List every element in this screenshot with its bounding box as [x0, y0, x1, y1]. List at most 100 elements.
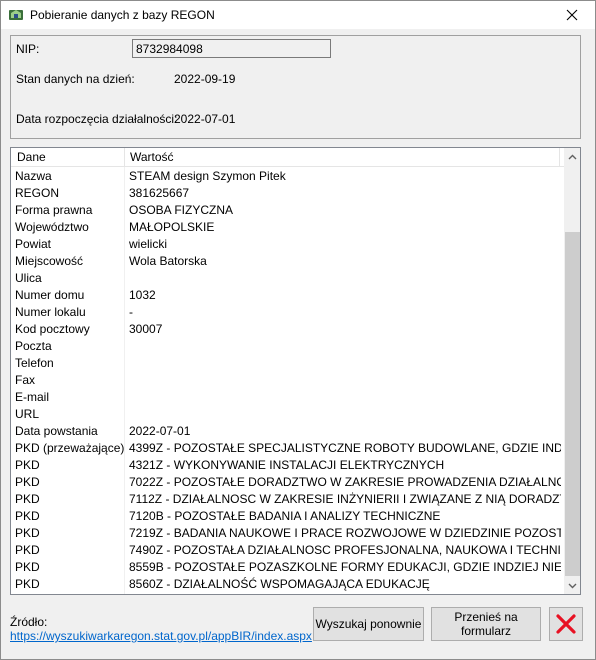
chevron-down-icon	[568, 583, 577, 588]
row-field-name: Numer domu	[15, 288, 85, 302]
table-row[interactable]: Data powstania 2022-07-01	[11, 423, 564, 440]
row-field-name: Nazwa	[15, 169, 52, 183]
row-field-value: MAŁOPOLSKIE	[129, 220, 215, 234]
nip-field[interactable]: 8732984098	[132, 39, 331, 58]
source-label: Źródło:	[10, 615, 48, 629]
row-field-name: PKD	[15, 543, 40, 557]
column-header-wartosc[interactable]: Wartość	[124, 148, 174, 167]
transfer-label-line1: Przenieś na	[454, 610, 518, 624]
transfer-button-label: Przenieś na formularz	[454, 610, 517, 638]
table-row[interactable]: PKD 7022Z - POZOSTAŁE DORADZTWO W ZAKRESI…	[11, 474, 564, 491]
table-row[interactable]: Kod pocztowy 30007	[11, 321, 564, 338]
row-field-value: 381625667	[129, 186, 190, 200]
row-field-name: Powiat	[15, 237, 52, 251]
row-field-value: 7490Z - POZOSTAŁA DZIAŁALNOSC PROFESJONA…	[129, 543, 561, 557]
table-row[interactable]: URL	[11, 406, 564, 423]
title-bar: Pobieranie danych z bazy REGON	[1, 1, 595, 29]
row-field-value: 8560Z - DZIAŁALNOŚĆ WSPOMAGAJĄCA EDUKACJ…	[129, 577, 430, 591]
row-field-value: OSOBA FIZYCZNA	[129, 203, 234, 217]
table-row[interactable]: Ulica	[11, 270, 564, 287]
table-row[interactable]: E-mail	[11, 389, 564, 406]
row-field-name: PKD	[15, 526, 40, 540]
scroll-up-button[interactable]	[564, 148, 580, 165]
window-title: Pobieranie danych z bazy REGON	[30, 8, 215, 22]
row-field-name: Fax	[15, 373, 36, 387]
row-field-value: 8559B - POZOSTAŁE POZASZKOLNE FORMY EDUK…	[129, 560, 561, 574]
table-row[interactable]: Poczta	[11, 338, 564, 355]
table-row[interactable]: PKD 8560Z - DZIAŁALNOŚĆ WSPOMAGAJĄCA EDUK…	[11, 576, 564, 593]
chevron-up-icon	[568, 154, 577, 159]
table-row[interactable]: PKD 7219Z - BADANIA NAUKOWE I PRACE ROZWO…	[11, 525, 564, 542]
row-field-value: 30007	[129, 322, 163, 336]
row-field-value: 1032	[129, 288, 156, 302]
row-field-value: 7219Z - BADANIA NAUKOWE I PRACE ROZWOJOW…	[129, 526, 561, 540]
transfer-to-form-button[interactable]: Przenieś na formularz	[431, 607, 541, 641]
table-row[interactable]: Miejscowość Wola Batorska	[11, 253, 564, 270]
row-field-name: PKD	[15, 458, 40, 472]
row-field-name: PKD	[15, 577, 40, 591]
vertical-scrollbar[interactable]	[564, 148, 580, 594]
row-field-value: 7112Z - DZIAŁALNOSC W ZAKRESIE INŻYNIERI…	[129, 492, 561, 506]
scroll-down-button[interactable]	[564, 577, 580, 594]
start-date-label: Data rozpoczęcia działalności:	[16, 112, 178, 126]
search-again-button[interactable]: Wyszukaj ponownie	[313, 607, 424, 641]
nip-label: NIP:	[16, 42, 40, 56]
row-field-name: Numer lokalu	[15, 305, 86, 319]
table-row[interactable]: Forma prawna OSOBA FIZYCZNA	[11, 202, 564, 219]
table-row[interactable]: Nazwa STEAM design Szymon Pitek	[11, 168, 564, 185]
table-row[interactable]: PKD 7490Z - POZOSTAŁA DZIAŁALNOSC PROFESJ…	[11, 542, 564, 559]
row-field-value: -	[129, 305, 133, 319]
row-field-name: Forma prawna	[15, 203, 93, 217]
table-row[interactable]: Fax	[11, 372, 564, 389]
row-field-name: Data powstania	[15, 424, 98, 438]
table-row[interactable]: Numer lokalu -	[11, 304, 564, 321]
row-field-name: Kod pocztowy	[15, 322, 90, 336]
list-header: Dane Wartość	[11, 148, 564, 167]
table-row[interactable]: Telefon	[11, 355, 564, 372]
row-field-name: Poczta	[15, 339, 52, 353]
scroll-thumb[interactable]	[565, 232, 580, 576]
row-field-name: Województwo	[15, 220, 89, 234]
info-group: NIP: 8732984098 Stan danych na dzień: 20…	[10, 35, 581, 139]
column-divider[interactable]	[559, 148, 560, 167]
row-field-name: Telefon	[15, 356, 54, 370]
stan-value: 2022-09-19	[174, 72, 236, 86]
column-header-dane[interactable]: Dane	[11, 148, 46, 167]
row-field-name: E-mail	[15, 390, 50, 404]
close-button[interactable]	[549, 1, 595, 29]
row-field-name: PKD	[15, 509, 40, 523]
start-date-value: 2022-07-01	[174, 112, 236, 126]
table-row[interactable]: PKD 8559B - POZOSTAŁE POZASZKOLNE FORMY E…	[11, 559, 564, 576]
row-field-name: REGON	[15, 186, 60, 200]
list-rows: Nazwa STEAM design Szymon Pitek REGON 38162…	[11, 168, 564, 593]
row-field-value: 2022-07-01	[129, 424, 191, 438]
regon-dialog: Pobieranie danych z bazy REGON NIP: 8732…	[0, 0, 596, 660]
row-field-value: 7120B - POZOSTAŁE BADANIA I ANALIZY TECH…	[129, 509, 441, 523]
row-field-value: STEAM design Szymon Pitek	[129, 169, 286, 183]
table-row[interactable]: REGON 381625667	[11, 185, 564, 202]
regon-app-icon	[9, 10, 23, 20]
row-field-name: PKD	[15, 475, 40, 489]
row-field-value: 4399Z - POZOSTAŁE SPECJALISTYCZNE ROBOTY…	[129, 441, 561, 455]
table-row[interactable]: PKD 4321Z - WYKONYWANIE INSTALACJI ELEKTR…	[11, 457, 564, 474]
row-field-name: PKD	[15, 560, 40, 574]
row-field-value: 7022Z - POZOSTAŁE DORADZTWO W ZAKRESIE P…	[129, 475, 561, 489]
row-field-value: Wola Batorska	[129, 254, 207, 268]
source-link[interactable]: https://wyszukiwarkaregon.stat.gov.pl/ap…	[10, 629, 312, 643]
table-row[interactable]: PKD (przeważające) 4399Z - POZOSTAŁE SPEC…	[11, 440, 564, 457]
row-field-name: PKD (przeważające)	[15, 441, 125, 455]
table-row[interactable]: Powiat wielicki	[11, 236, 564, 253]
table-row[interactable]: Numer domu 1032	[11, 287, 564, 304]
table-row[interactable]: Województwo MAŁOPOLSKIE	[11, 219, 564, 236]
transfer-label-line2: formularz	[460, 624, 511, 638]
cancel-button[interactable]	[549, 607, 583, 641]
row-field-value: wielicki	[129, 237, 168, 251]
close-icon	[566, 9, 578, 21]
row-field-value: 4321Z - WYKONYWANIE INSTALACJI ELEKTRYCZ…	[129, 458, 445, 472]
red-x-cancel-icon	[556, 614, 576, 634]
row-field-name: Miejscowość	[15, 254, 84, 268]
row-field-name: PKD	[15, 492, 40, 506]
table-row[interactable]: PKD 7112Z - DZIAŁALNOSC W ZAKRESIE INŻYNI…	[11, 491, 564, 508]
table-row[interactable]: PKD 7120B - POZOSTAŁE BADANIA I ANALIZY T…	[11, 508, 564, 525]
data-list[interactable]: Dane Wartość Nazwa STEAM design Szymon Pi…	[10, 147, 581, 595]
